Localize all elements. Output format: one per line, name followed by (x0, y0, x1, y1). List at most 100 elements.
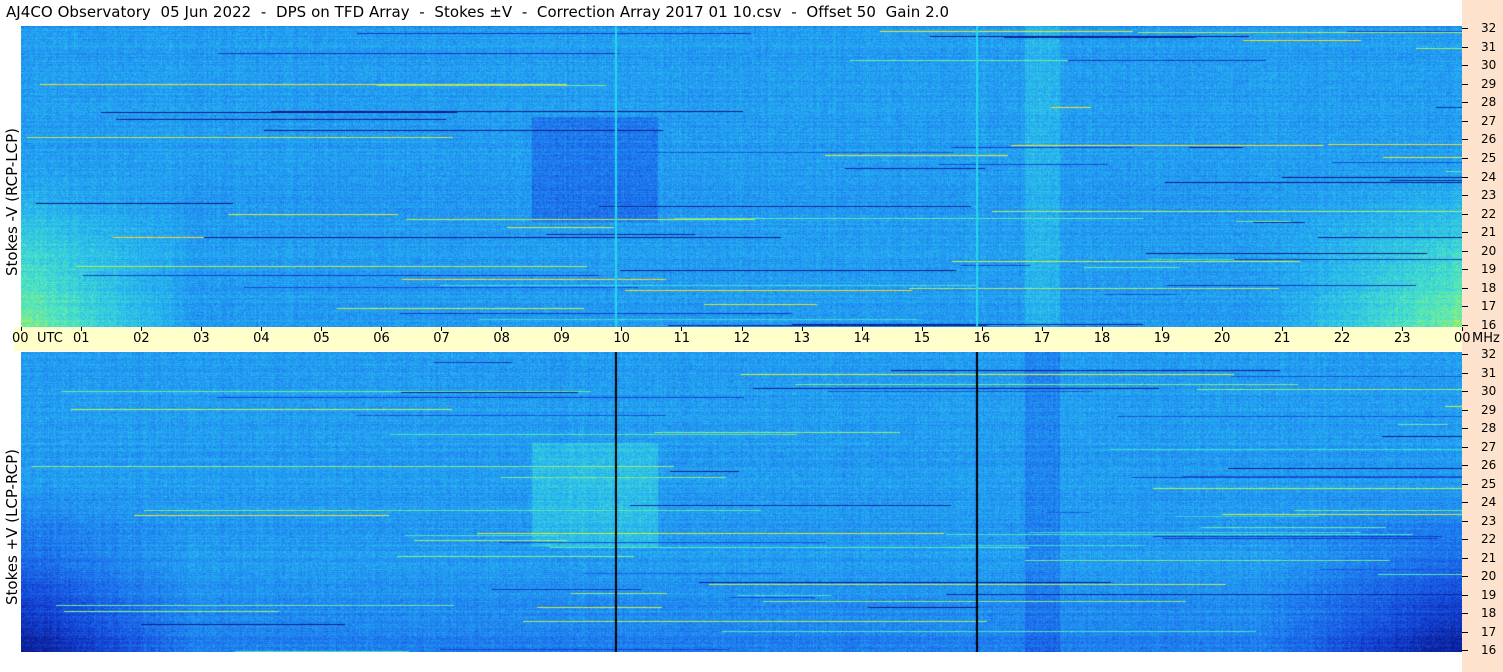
mhz-tick-mark-1-21 (1462, 557, 1468, 559)
mhz-tick-0-17: 17 (1481, 299, 1497, 314)
utc-tick-8: 08 (493, 331, 510, 346)
mhz-tick-mark-0-20 (1462, 250, 1468, 252)
utc-tick-5: 05 (313, 331, 330, 346)
utc-tick-9: 09 (553, 331, 570, 346)
utc-tick-20: 20 (1213, 331, 1231, 346)
mhz-tick-mark-1-19 (1462, 594, 1468, 596)
mhz-tick-mark-1-17 (1462, 631, 1468, 633)
mhz-tick-mark-1-29 (1462, 409, 1468, 411)
utc-tick-mark-11 (681, 327, 683, 331)
mhz-tick-1-32: 32 (1481, 347, 1497, 361)
mhz-tick-mark-0-32 (1462, 28, 1468, 29)
utc-tick-2: 02 (133, 331, 150, 346)
mhz-tick-mark-0-29 (1462, 83, 1468, 85)
mhz-tick-mark-1-27 (1462, 446, 1468, 448)
mhz-tick-1-28: 28 (1481, 421, 1497, 435)
mhz-tick-0-16: 16 (1481, 318, 1497, 332)
mhz-tick-0-25: 25 (1481, 150, 1497, 165)
utc-tick-mark-6 (381, 327, 383, 331)
utc-tick-16: 16 (973, 331, 991, 346)
bottom-spectrogram-heatmap (21, 352, 1462, 652)
mhz-tick-mark-1-16 (1462, 650, 1468, 651)
mhz-tick-mark-0-26 (1462, 139, 1468, 141)
utc-tick-4: 04 (253, 331, 270, 346)
utc-tick-mark-4 (261, 327, 263, 331)
mhz-tick-mark-0-17 (1462, 306, 1468, 308)
utc-tick-mark-17 (1041, 327, 1043, 331)
utc-unit-label: UTC (37, 331, 63, 346)
mhz-tick-mark-0-16 (1462, 325, 1468, 326)
mhz-tick-mark-1-31 (1462, 372, 1468, 374)
mhz-tick-mark-0-24 (1462, 176, 1468, 178)
mhz-tick-mark-1-22 (1462, 539, 1468, 540)
mhz-tick-mark-1-26 (1462, 465, 1468, 466)
utc-tick-mark-3 (201, 327, 203, 331)
mhz-tick-mark-0-31 (1462, 46, 1468, 48)
mhz-tick-mark-1-20 (1462, 576, 1468, 577)
mhz-tick-0-22: 22 (1481, 206, 1497, 221)
utc-tick-19: 19 (1153, 331, 1171, 346)
mhz-tick-mark-1-24 (1462, 502, 1468, 503)
utc-tick-mark-23 (1401, 327, 1403, 331)
mhz-tick-mark-0-25 (1462, 157, 1468, 159)
bottom-spectrogram-panel (21, 352, 1462, 652)
utc-tick-mark-1 (81, 327, 83, 331)
mhz-tick-mark-0-28 (1462, 102, 1468, 104)
mhz-tick-1-31: 31 (1481, 365, 1497, 380)
utc-tick-mark-16 (981, 327, 983, 331)
mhz-tick-1-20: 20 (1481, 569, 1497, 583)
utc-tick-mark-2 (141, 327, 143, 331)
mhz-tick-mark-1-25 (1462, 483, 1468, 485)
mhz-tick-1-17: 17 (1481, 624, 1497, 639)
utc-tick-mark-19 (1161, 327, 1163, 331)
utc-tick-mark-18 (1101, 327, 1103, 331)
utc-tick-mark-12 (741, 327, 743, 331)
utc-tick-mark-20 (1221, 327, 1223, 331)
utc-tick-mark-24 (1462, 327, 1463, 331)
mhz-tick-1-18: 18 (1481, 606, 1497, 620)
utc-tick-14: 14 (853, 331, 871, 346)
mhz-tick-1-30: 30 (1481, 384, 1497, 398)
utc-tick-12: 12 (733, 331, 751, 346)
mhz-tick-0-26: 26 (1481, 132, 1497, 147)
utc-tick-mark-14 (861, 327, 863, 331)
utc-tick-0: 00 (12, 331, 29, 346)
utc-tick-11: 11 (673, 331, 690, 346)
utc-tick-mark-9 (561, 327, 563, 331)
mhz-tick-1-21: 21 (1481, 550, 1497, 565)
utc-tick-mark-0 (21, 327, 22, 331)
mhz-tick-1-19: 19 (1481, 587, 1497, 602)
top-spectrogram-panel (21, 26, 1462, 327)
utc-tick-17: 17 (1033, 331, 1051, 346)
utc-tick-mark-13 (801, 327, 803, 331)
mhz-tick-mark-1-23 (1462, 520, 1468, 522)
utc-tick-10: 10 (613, 331, 630, 346)
mhz-tick-mark-0-21 (1462, 232, 1468, 234)
mhz-tick-0-24: 24 (1481, 169, 1497, 184)
utc-tick-mark-15 (921, 327, 923, 331)
utc-tick-18: 18 (1093, 331, 1111, 346)
mhz-tick-0-21: 21 (1481, 225, 1497, 240)
mhz-tick-0-29: 29 (1481, 76, 1497, 91)
utc-tick-7: 07 (433, 331, 450, 346)
utc-tick-mark-22 (1341, 327, 1343, 331)
mhz-tick-mark-0-19 (1462, 269, 1468, 271)
mhz-tick-1-16: 16 (1481, 643, 1497, 657)
mhz-tick-1-26: 26 (1481, 458, 1497, 472)
mhz-tick-0-18: 18 (1481, 280, 1497, 295)
bottom-panel-y-label: Stokes +V (LCP-RCP) (3, 449, 21, 605)
mhz-tick-1-29: 29 (1481, 402, 1497, 417)
mhz-tick-1-25: 25 (1481, 476, 1497, 491)
chart-title: AJ4CO Observatory 05 Jun 2022 - DPS on T… (6, 3, 950, 21)
utc-tick-15: 15 (913, 331, 931, 346)
utc-tick-22: 22 (1333, 331, 1351, 346)
mhz-tick-mark-1-32 (1462, 354, 1468, 355)
mhz-tick-0-27: 27 (1481, 113, 1497, 128)
mhz-tick-0-32: 32 (1481, 21, 1497, 35)
utc-tick-6: 06 (373, 331, 390, 346)
mhz-tick-mark-0-30 (1462, 65, 1468, 67)
mhz-tick-0-31: 31 (1481, 39, 1497, 54)
utc-tick-21: 21 (1273, 331, 1291, 346)
mhz-tick-0-28: 28 (1481, 95, 1497, 110)
utc-tick-3: 03 (193, 331, 210, 346)
